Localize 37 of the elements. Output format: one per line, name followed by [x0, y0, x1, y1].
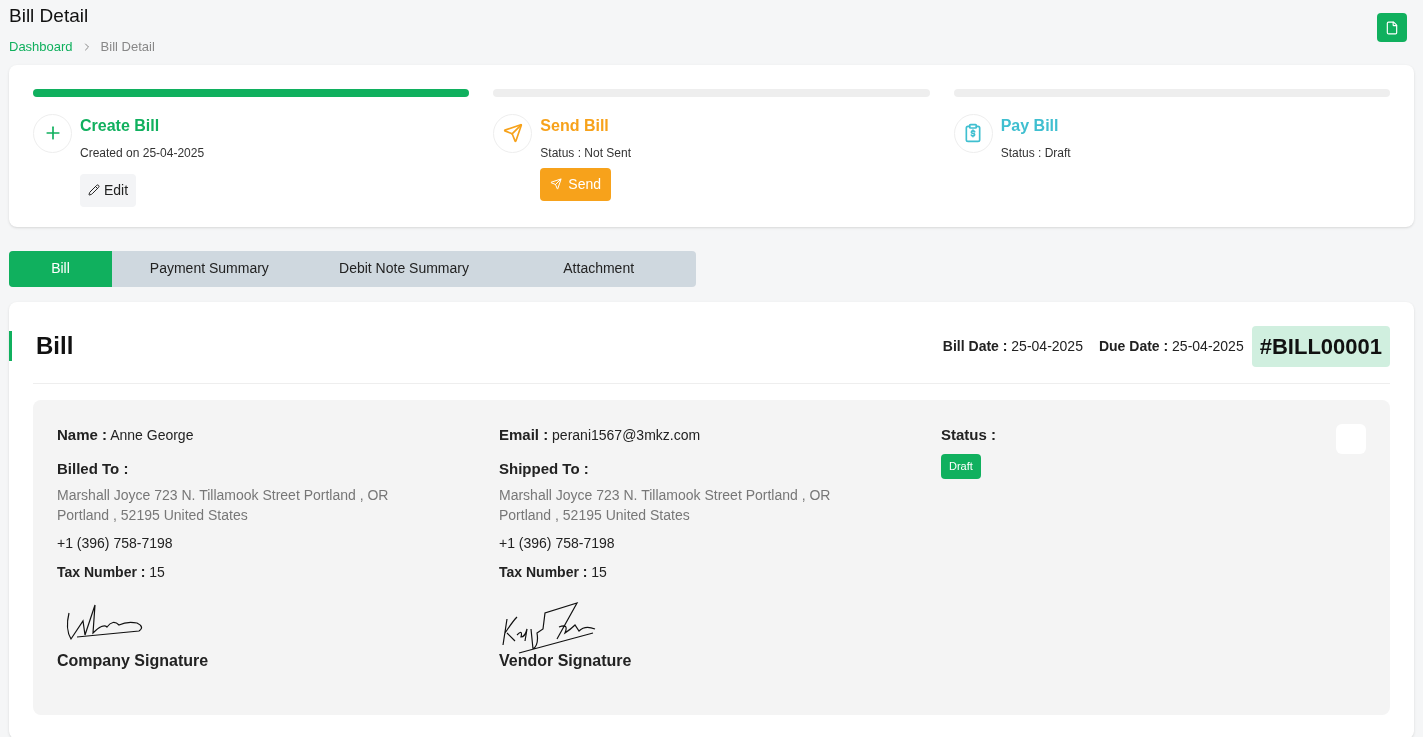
signature-label: Vendor Signature [499, 650, 633, 671]
accent-bar [9, 331, 12, 361]
document-icon [1385, 20, 1399, 35]
signature-label: Company Signature [57, 650, 210, 671]
step-subtitle: Created on 25-04-2025 [80, 144, 205, 162]
address-label: Shipped To : [499, 459, 590, 479]
due-date: Due Date : 25-04-2025 [1098, 336, 1244, 356]
document-button[interactable] [1377, 13, 1407, 42]
step-title: Create Bill [80, 115, 161, 136]
clipboard-dollar-icon [963, 123, 984, 143]
status-label: Status : [941, 424, 997, 445]
bill-date: Bill Date : 25-04-2025 [942, 336, 1083, 356]
breadcrumb-item: Bill Detail [100, 38, 155, 56]
tab[interactable]: Payment Summary [112, 250, 307, 287]
tax-number: Tax Number : 15 [57, 562, 166, 582]
contact-line: Name : Anne George [57, 424, 195, 445]
step-title: Pay Bill [1000, 115, 1060, 136]
address-text: Marshall Joyce 723 N. Tillamook Street Portland , OR Portland , 52195 United States [499, 485, 832, 525]
section-title: Bill [36, 331, 74, 361]
pencil-icon [88, 184, 100, 196]
send-icon [550, 178, 563, 190]
step-title: Send Bill [540, 115, 610, 136]
address-label: Billed To : [57, 459, 130, 479]
tab[interactable]: Attachment [501, 250, 696, 287]
contact-line: Email : perani1567@3mkz.com [499, 424, 702, 445]
step-subtitle: Status : Not Sent [540, 144, 632, 162]
edit-button[interactable]: Edit [80, 173, 137, 207]
address-text: Marshall Joyce 723 N. Tillamook Street Portland , OR Portland , 52195 United States [57, 485, 390, 525]
phone-number: +1 (396) 758-7198 [57, 533, 174, 553]
status-badge: Draft [941, 454, 981, 479]
step-subtitle: Status : Draft [1000, 144, 1071, 162]
send-icon [502, 123, 523, 143]
tax-number: Tax Number : 15 [499, 562, 608, 582]
page-title: Bill Detail [9, 4, 90, 28]
tab[interactable]: Debit Note Summary [306, 250, 502, 287]
phone-number: +1 (396) 758-7198 [499, 533, 616, 553]
bill-number: #BILL00001 [1251, 325, 1390, 367]
